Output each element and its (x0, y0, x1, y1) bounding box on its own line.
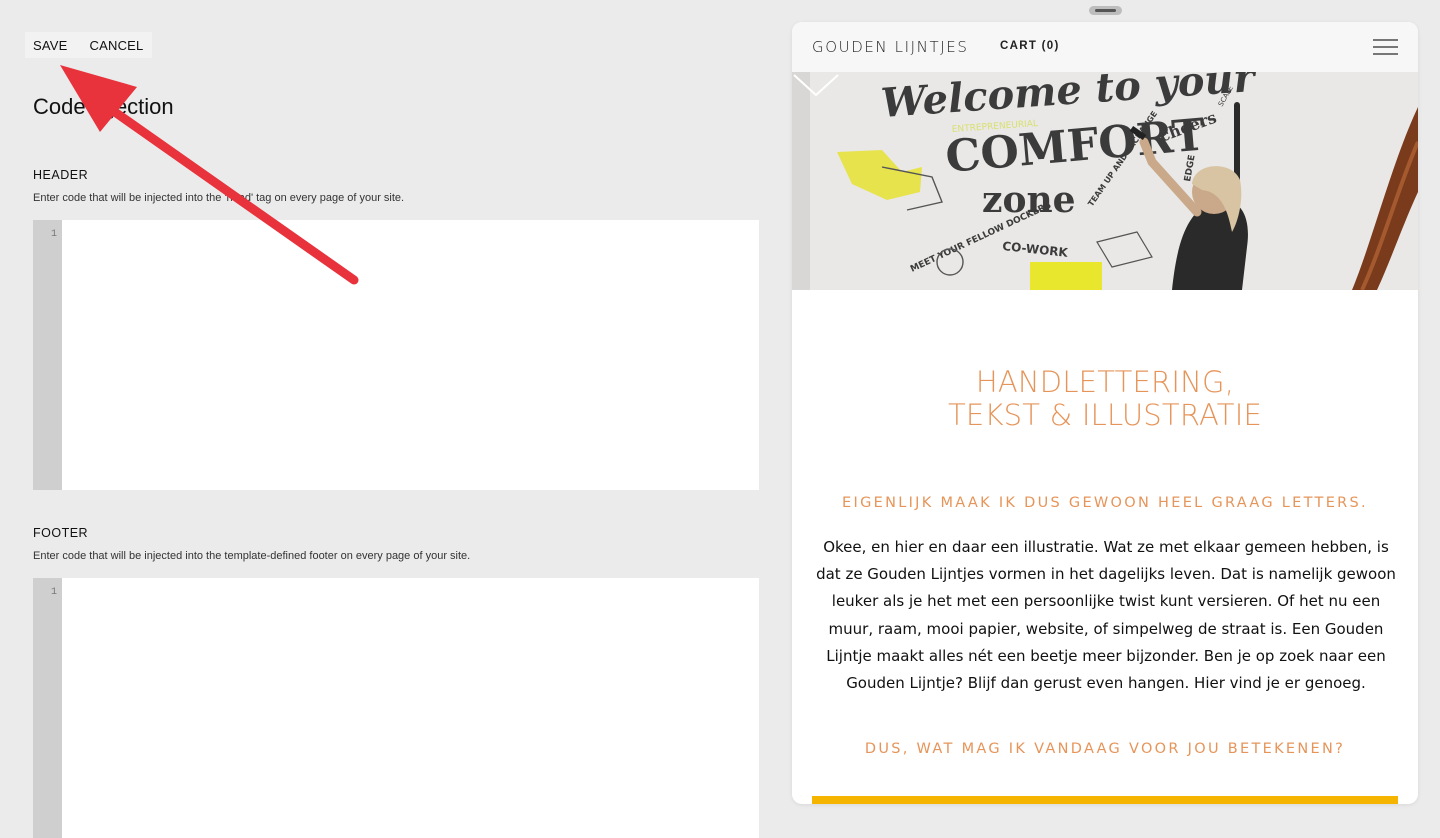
preview-drag-handle[interactable] (1089, 6, 1122, 15)
headline-line-1: HANDLETTERING, (975, 365, 1235, 399)
hero-headline: HANDLETTERING, TEKST & ILLUSTRATIE (792, 366, 1418, 432)
footer-section-description: Enter code that will be injected into th… (33, 550, 471, 562)
accent-bar (812, 796, 1398, 804)
header-line-number: 1 (50, 229, 57, 240)
footer-code-editor: 1 (33, 578, 759, 838)
hero-banner-image: Welcome to your ENTREPRENEURIAL COMFORT … (792, 72, 1418, 290)
header-code-editor: 1 (33, 220, 759, 490)
cart-link[interactable]: CART (0) (1000, 40, 1060, 52)
header-code-input[interactable] (62, 220, 759, 490)
chevron-down-icon[interactable] (792, 72, 840, 98)
footer-section-label: FOOTER (33, 526, 89, 540)
site-header: GOUDEN LIJNTJES CART (0) (792, 22, 1418, 72)
mural-illustration: Welcome to your ENTREPRENEURIAL COMFORT … (792, 72, 1418, 290)
header-editor-gutter: 1 (33, 220, 62, 490)
intro-subheading: EIGENLIJK MAAK IK DUS GEWOON HEEL GRAAG … (842, 495, 1368, 511)
headline-line-2: TEKST & ILLUSTRATIE (948, 398, 1262, 432)
cancel-button[interactable]: CANCEL (79, 32, 153, 58)
intro-paragraph: Okee, en hier en daar een illustratie. W… (816, 538, 1396, 693)
header-section-label: HEADER (33, 168, 89, 182)
page-title: Code Injection (33, 94, 174, 119)
footer-code-input[interactable] (62, 578, 759, 838)
footer-line-number: 1 (50, 587, 57, 598)
footer-editor-gutter: 1 (33, 578, 62, 838)
save-button[interactable]: SAVE (25, 32, 79, 58)
editor-toolbar: SAVE CANCEL (25, 32, 153, 58)
site-preview: GOUDEN LIJNTJES CART (0) Welcome to your… (792, 22, 1418, 804)
services-subheading: DUS, WAT MAG IK VANDAAG VOOR JOU BETEKEN… (864, 741, 1346, 757)
header-section-description: Enter code that will be injected into th… (33, 192, 405, 204)
site-brand[interactable]: GOUDEN LIJNTJES (812, 38, 968, 56)
hamburger-menu-icon[interactable] (1373, 39, 1398, 55)
